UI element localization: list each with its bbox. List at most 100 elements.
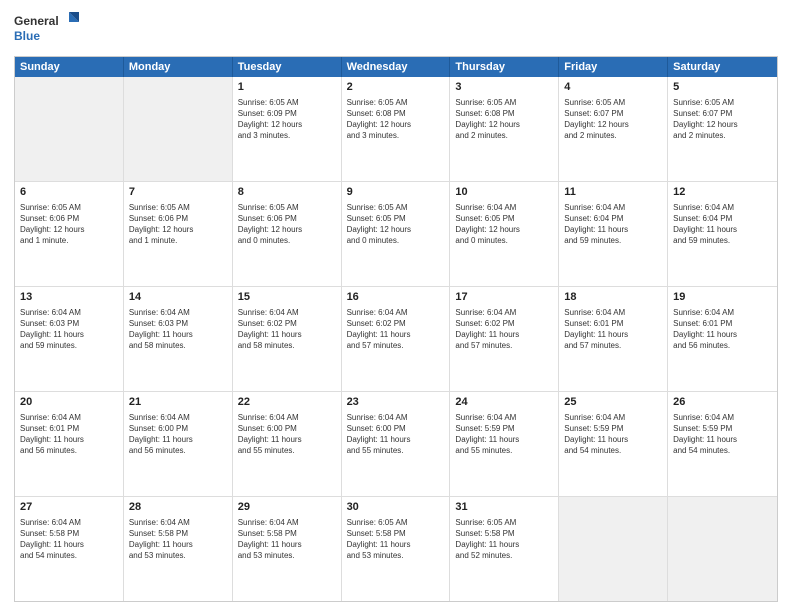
header-day-monday: Monday: [124, 57, 233, 77]
cell-info: Sunrise: 6:05 AMSunset: 6:06 PMDaylight:…: [20, 202, 118, 247]
calendar-row-1: 1 Sunrise: 6:05 AMSunset: 6:09 PMDaylight…: [15, 77, 777, 182]
day-number: 12: [673, 185, 772, 200]
calendar-cell: 12 Sunrise: 6:04 AMSunset: 6:04 PMDayligh…: [668, 182, 777, 286]
day-number: 29: [238, 500, 336, 515]
calendar-cell: 22Sunrise: 6:04 AMSunset: 6:00 PMDayligh…: [233, 392, 342, 496]
calendar-cell: 26Sunrise: 6:04 AMSunset: 5:59 PMDayligh…: [668, 392, 777, 496]
calendar-cell: [124, 77, 233, 181]
cell-info: Sunrise: 6:04 AMSunset: 5:58 PMDaylight:…: [129, 517, 227, 562]
cell-info: Sunrise: 6:04 AMSunset: 5:58 PMDaylight:…: [20, 517, 118, 562]
calendar-cell: 6 Sunrise: 6:05 AMSunset: 6:06 PMDaylight…: [15, 182, 124, 286]
day-number: 19: [673, 290, 772, 305]
day-number: 30: [347, 500, 445, 515]
day-number: 20: [20, 395, 118, 410]
calendar-row-2: 6 Sunrise: 6:05 AMSunset: 6:06 PMDaylight…: [15, 182, 777, 287]
calendar-cell: 7Sunrise: 6:05 AMSunset: 6:06 PMDaylight…: [124, 182, 233, 286]
day-number: 27: [20, 500, 118, 515]
day-number: 15: [238, 290, 336, 305]
cell-info: Sunrise: 6:04 AMSunset: 6:00 PMDaylight:…: [347, 412, 445, 457]
calendar-row-5: 27 Sunrise: 6:04 AMSunset: 5:58 PMDayligh…: [15, 497, 777, 601]
calendar-cell: 27 Sunrise: 6:04 AMSunset: 5:58 PMDayligh…: [15, 497, 124, 601]
day-number: 3: [455, 80, 553, 95]
calendar-cell: 20 Sunrise: 6:04 AMSunset: 6:01 PMDayligh…: [15, 392, 124, 496]
logo-svg: General Blue: [14, 10, 84, 48]
day-number: 1: [238, 80, 336, 95]
calendar-cell: [559, 497, 668, 601]
cell-info: Sunrise: 6:04 AMSunset: 5:59 PMDaylight:…: [455, 412, 553, 457]
cell-info: Sunrise: 6:05 AMSunset: 5:58 PMDaylight:…: [347, 517, 445, 562]
calendar-cell: 5 Sunrise: 6:05 AMSunset: 6:07 PMDaylight…: [668, 77, 777, 181]
calendar-body: 1 Sunrise: 6:05 AMSunset: 6:09 PMDaylight…: [15, 77, 777, 601]
day-number: 2: [347, 80, 445, 95]
calendar-row-4: 20 Sunrise: 6:04 AMSunset: 6:01 PMDayligh…: [15, 392, 777, 497]
cell-info: Sunrise: 6:05 AMSunset: 5:58 PMDaylight:…: [455, 517, 553, 562]
calendar-cell: 3 Sunrise: 6:05 AMSunset: 6:08 PMDaylight…: [450, 77, 559, 181]
cell-info: Sunrise: 6:05 AMSunset: 6:07 PMDaylight:…: [564, 97, 662, 142]
cell-info: Sunrise: 6:05 AMSunset: 6:08 PMDaylight:…: [455, 97, 553, 142]
cell-info: Sunrise: 6:04 AMSunset: 5:58 PMDaylight:…: [238, 517, 336, 562]
cell-info: Sunrise: 6:05 AMSunset: 6:07 PMDaylight:…: [673, 97, 772, 142]
day-number: 25: [564, 395, 662, 410]
day-number: 31: [455, 500, 553, 515]
calendar-cell: 31 Sunrise: 6:05 AMSunset: 5:58 PMDayligh…: [450, 497, 559, 601]
header: General Blue: [14, 10, 778, 48]
calendar-cell: 10Sunrise: 6:04 AMSunset: 6:05 PMDayligh…: [450, 182, 559, 286]
day-number: 28: [129, 500, 227, 515]
calendar-cell: 24 Sunrise: 6:04 AMSunset: 5:59 PMDayligh…: [450, 392, 559, 496]
cell-info: Sunrise: 6:05 AMSunset: 6:05 PMDaylight:…: [347, 202, 445, 247]
cell-info: Sunrise: 6:05 AMSunset: 6:09 PMDaylight:…: [238, 97, 336, 142]
calendar-cell: 29 Sunrise: 6:04 AMSunset: 5:58 PMDayligh…: [233, 497, 342, 601]
cell-info: Sunrise: 6:04 AMSunset: 5:59 PMDaylight:…: [564, 412, 662, 457]
cell-info: Sunrise: 6:04 AMSunset: 6:02 PMDaylight:…: [238, 307, 336, 352]
day-number: 24: [455, 395, 553, 410]
day-number: 23: [347, 395, 445, 410]
day-number: 21: [129, 395, 227, 410]
cell-info: Sunrise: 6:04 AMSunset: 6:00 PMDaylight:…: [129, 412, 227, 457]
cell-info: Sunrise: 6:04 AMSunset: 6:00 PMDaylight:…: [238, 412, 336, 457]
calendar-cell: 23 Sunrise: 6:04 AMSunset: 6:00 PMDayligh…: [342, 392, 451, 496]
svg-text:General: General: [14, 14, 59, 28]
calendar-cell: 15 Sunrise: 6:04 AMSunset: 6:02 PMDayligh…: [233, 287, 342, 391]
calendar-cell: 21 Sunrise: 6:04 AMSunset: 6:00 PMDayligh…: [124, 392, 233, 496]
day-number: 5: [673, 80, 772, 95]
cell-info: Sunrise: 6:04 AMSunset: 6:01 PMDaylight:…: [564, 307, 662, 352]
cell-info: Sunrise: 6:04 AMSunset: 6:03 PMDaylight:…: [20, 307, 118, 352]
cell-info: Sunrise: 6:05 AMSunset: 6:08 PMDaylight:…: [347, 97, 445, 142]
page: General Blue SundayMondayTuesdayWednesda…: [0, 0, 792, 612]
day-number: 4: [564, 80, 662, 95]
logo: General Blue: [14, 10, 84, 48]
calendar-cell: 28 Sunrise: 6:04 AMSunset: 5:58 PMDayligh…: [124, 497, 233, 601]
header-day-thursday: Thursday: [450, 57, 559, 77]
header-day-saturday: Saturday: [668, 57, 777, 77]
calendar-cell: 30 Sunrise: 6:05 AMSunset: 5:58 PMDayligh…: [342, 497, 451, 601]
day-number: 11: [564, 185, 662, 200]
day-number: 18: [564, 290, 662, 305]
calendar-cell: 17Sunrise: 6:04 AMSunset: 6:02 PMDayligh…: [450, 287, 559, 391]
day-number: 10: [455, 185, 553, 200]
calendar-cell: 25 Sunrise: 6:04 AMSunset: 5:59 PMDayligh…: [559, 392, 668, 496]
cell-info: Sunrise: 6:04 AMSunset: 5:59 PMDaylight:…: [673, 412, 772, 457]
cell-info: Sunrise: 6:04 AMSunset: 6:03 PMDaylight:…: [129, 307, 227, 352]
day-number: 16: [347, 290, 445, 305]
cell-info: Sunrise: 6:04 AMSunset: 6:04 PMDaylight:…: [564, 202, 662, 247]
calendar-cell: 9 Sunrise: 6:05 AMSunset: 6:05 PMDaylight…: [342, 182, 451, 286]
calendar-cell: 16 Sunrise: 6:04 AMSunset: 6:02 PMDayligh…: [342, 287, 451, 391]
calendar-cell: 14Sunrise: 6:04 AMSunset: 6:03 PMDayligh…: [124, 287, 233, 391]
cell-info: Sunrise: 6:04 AMSunset: 6:02 PMDaylight:…: [347, 307, 445, 352]
calendar-header: SundayMondayTuesdayWednesdayThursdayFrid…: [15, 57, 777, 77]
cell-info: Sunrise: 6:05 AMSunset: 6:06 PMDaylight:…: [129, 202, 227, 247]
calendar: SundayMondayTuesdayWednesdayThursdayFrid…: [14, 56, 778, 602]
day-number: 13: [20, 290, 118, 305]
calendar-cell: [668, 497, 777, 601]
header-day-wednesday: Wednesday: [342, 57, 451, 77]
calendar-cell: 8Sunrise: 6:05 AMSunset: 6:06 PMDaylight…: [233, 182, 342, 286]
day-number: 9: [347, 185, 445, 200]
day-number: 6: [20, 185, 118, 200]
header-day-friday: Friday: [559, 57, 668, 77]
cell-info: Sunrise: 6:04 AMSunset: 6:01 PMDaylight:…: [20, 412, 118, 457]
calendar-cell: 4 Sunrise: 6:05 AMSunset: 6:07 PMDaylight…: [559, 77, 668, 181]
cell-info: Sunrise: 6:04 AMSunset: 6:04 PMDaylight:…: [673, 202, 772, 247]
calendar-cell: 18 Sunrise: 6:04 AMSunset: 6:01 PMDayligh…: [559, 287, 668, 391]
calendar-cell: 1 Sunrise: 6:05 AMSunset: 6:09 PMDaylight…: [233, 77, 342, 181]
calendar-cell: 11 Sunrise: 6:04 AMSunset: 6:04 PMDayligh…: [559, 182, 668, 286]
